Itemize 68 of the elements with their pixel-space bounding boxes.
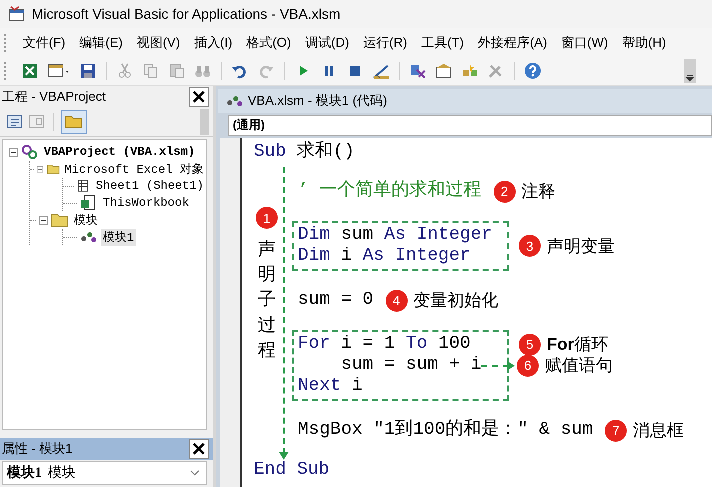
object-type: 模块	[48, 464, 77, 482]
tree-item[interactable]: Microsoft Excel 对象	[62, 160, 206, 178]
menu-item[interactable]: 文件(F)	[17, 32, 72, 54]
properties-icon[interactable]	[435, 62, 453, 80]
menu-item[interactable]: 窗口(W)	[555, 32, 614, 54]
code-line: For i = 1 To 100	[298, 334, 471, 355]
menu-item[interactable]: 格式(O)	[240, 32, 298, 54]
callout-label: For循环	[547, 334, 608, 356]
callout-number: 3	[519, 235, 541, 257]
code-window-title: VBA.xlsm - 模块1 (代码)	[248, 92, 388, 110]
project-icon	[21, 144, 39, 160]
window-title: Microsoft Visual Basic for Applications - VBA.xlsm	[32, 6, 341, 22]
close-icon[interactable]	[189, 87, 209, 107]
menu-item[interactable]: 运行(R)	[357, 32, 414, 54]
collapse-icon[interactable]	[39, 216, 48, 224]
toolbar-options-icon[interactable]	[684, 59, 696, 83]
excel-icon[interactable]	[21, 62, 39, 80]
menu-item[interactable]: 外接程序(A)	[472, 32, 554, 54]
object-name: 模块1	[7, 464, 42, 482]
callout-number: 4	[386, 290, 408, 312]
tree-item[interactable]: VBAProject (VBA.xlsm)	[42, 145, 198, 159]
callout-number: 1	[256, 207, 278, 229]
menu-item[interactable]: 帮助(H)	[616, 32, 672, 54]
code-line: End Sub	[254, 460, 331, 481]
collapse-icon[interactable]	[9, 148, 18, 156]
menu-item[interactable]: 工具(T)	[415, 32, 470, 54]
callout-label: 注释	[522, 181, 556, 203]
tree-item[interactable]: Sheet1 (Sheet1)	[94, 179, 206, 193]
pane-title: 属性 - 模块1	[2, 440, 73, 458]
callout-number: 6	[517, 354, 539, 376]
tree-item[interactable]: ThisWorkbook	[101, 196, 192, 210]
code-line: MsgBox ″1到100的和是：″ & sum	[298, 420, 594, 441]
code-line: Dim sum As Integer	[298, 225, 492, 246]
menu-item[interactable]: 调试(D)	[299, 32, 356, 54]
folder-icon[interactable]	[61, 110, 87, 134]
menu-item[interactable]: 插入(I)	[188, 32, 239, 54]
callout-number: 2	[494, 180, 516, 202]
object-combo[interactable]: (通用)	[228, 115, 712, 136]
callout-label: 变量初始化	[414, 290, 499, 312]
code-line: Dim i As Integer	[298, 246, 471, 267]
code-line: ’ 一个简单的求和过程	[298, 181, 482, 202]
code-line: sum = 0	[298, 290, 374, 311]
form-icon[interactable]	[47, 62, 71, 80]
pane-title: 工程 - VBAProject	[2, 88, 106, 106]
callout-number: 7	[605, 420, 628, 442]
tree-item[interactable]: 模块	[72, 212, 100, 228]
callout-label: 赋值语句	[545, 355, 613, 377]
code-line: Sub 求和()	[254, 142, 356, 163]
folder-icon	[51, 212, 69, 228]
callout-label: 消息框	[633, 420, 684, 442]
callout-number: 5	[519, 334, 541, 356]
chevron-down-icon	[190, 470, 200, 476]
scrollbar[interactable]	[200, 109, 209, 135]
tree-item[interactable]: 模块1	[101, 228, 136, 246]
callout-label: 声明子过程	[258, 238, 276, 362]
workbook-icon	[80, 195, 98, 211]
code-line: sum = sum + i	[340, 355, 482, 376]
object-dropdown[interactable]: 模块1 模块	[2, 461, 207, 485]
menu-item[interactable]: 编辑(E)	[74, 32, 129, 54]
help-icon[interactable]	[524, 62, 542, 80]
callout-label: 声明变量	[547, 236, 615, 258]
code-line: Next i	[298, 376, 363, 397]
worksheet-icon	[76, 178, 91, 194]
vba-app-icon	[8, 5, 26, 23]
save-icon[interactable]	[79, 62, 97, 80]
menu-item[interactable]: 视图(V)	[130, 32, 186, 54]
close-icon[interactable]	[189, 439, 209, 459]
view-code-icon[interactable]	[6, 113, 24, 131]
